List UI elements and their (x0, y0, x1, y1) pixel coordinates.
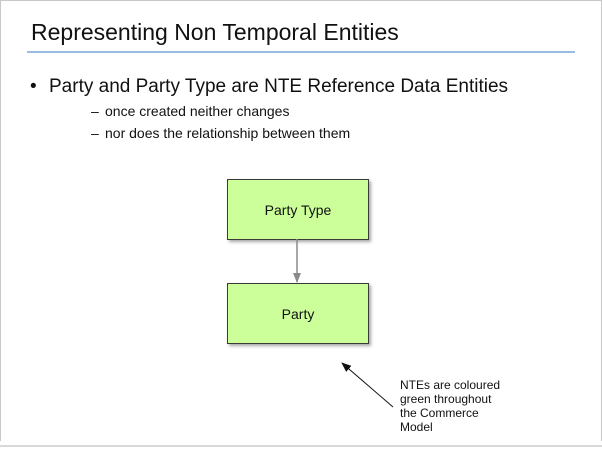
callout-line: NTEs are coloured (400, 378, 501, 392)
node-label: Party Type (264, 201, 332, 218)
callout-pointer-arrow (341, 362, 394, 408)
main-bullet-text: Party and Party Type are NTE Reference D… (49, 76, 509, 97)
main-bullet: • Party and Party Type are NTE Reference … (30, 76, 508, 98)
sub-bullet-dash: – (91, 125, 99, 141)
bullet-mark: • (30, 76, 37, 97)
sub-bullet-text: once created neither changes (105, 103, 290, 119)
sub-bullet-1: – once created neither changes (91, 103, 289, 119)
sub-bullet-dash: – (91, 103, 99, 119)
node-label: Party (281, 305, 315, 322)
node-party-type: Party Type (227, 179, 369, 240)
sub-bullet-text: nor does the relationship between them (105, 125, 351, 141)
cropped-edge (0, 441, 602, 456)
sub-bullet-2: – nor does the relationship between them (91, 125, 350, 141)
slide-title: Representing Non Temporal Entities (31, 19, 399, 45)
title-underline (27, 51, 575, 53)
node-party: Party (227, 283, 369, 344)
callout-note: NTEs are coloured green throughout the C… (400, 378, 530, 434)
callout-line: Model (400, 420, 433, 434)
slide: Representing Non Temporal Entities • Part… (0, 0, 602, 456)
callout-line: the Commerce (400, 406, 479, 420)
callout-line: green throughout (400, 392, 492, 406)
